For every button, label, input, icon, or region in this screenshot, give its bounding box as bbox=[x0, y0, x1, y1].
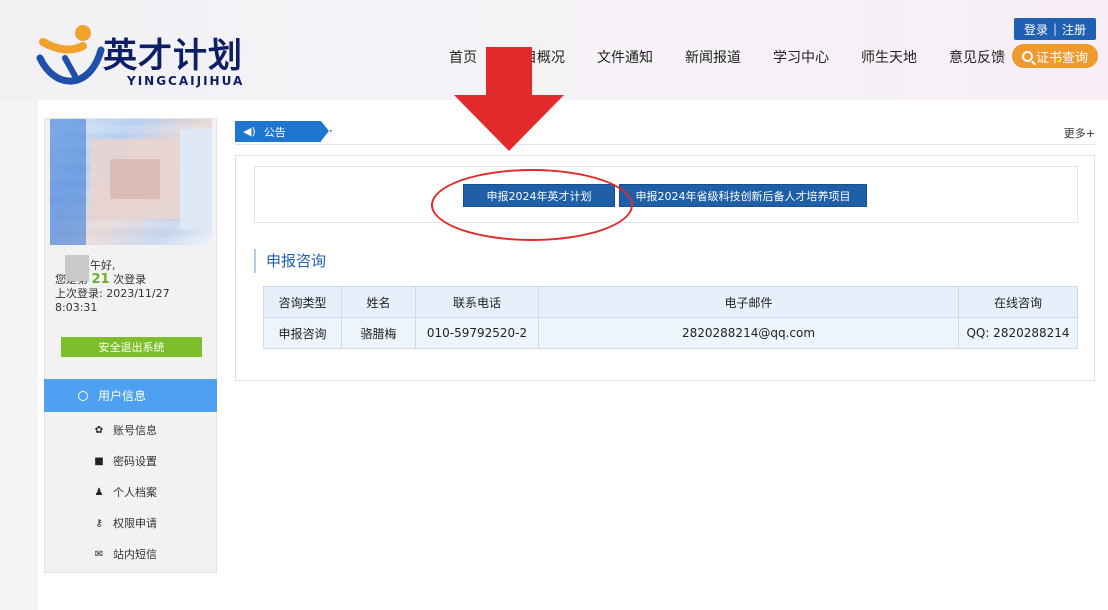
annotation-circle bbox=[431, 169, 633, 241]
menu-item-profile[interactable]: ♟ 个人档案 bbox=[93, 484, 157, 500]
menu-user-info[interactable]: 用户信息 bbox=[44, 379, 217, 412]
login-count: 21 bbox=[91, 272, 110, 287]
person-icon: ♟ bbox=[94, 486, 104, 498]
table-row: 申报咨询 骆腊梅 010-59792520-2 2820288214@qq.co… bbox=[263, 317, 1078, 349]
redacted-name bbox=[65, 255, 89, 281]
auth-divider: | bbox=[1052, 22, 1058, 36]
menu-title: 用户信息 bbox=[98, 389, 147, 403]
menu-item-label: 权限申请 bbox=[113, 517, 157, 530]
nav-news[interactable]: 新闻报道 bbox=[685, 47, 741, 67]
logo-subtext: YINGCAIJIHUA bbox=[127, 74, 245, 88]
sidebar: 上午好, 您是第 21 次登录 上次登录: 2023/11/27 8:03:31… bbox=[44, 118, 217, 573]
avatar bbox=[50, 119, 212, 245]
table-header-row: 咨询类型 姓名 联系电话 电子邮件 在线咨询 bbox=[263, 286, 1078, 318]
nav-learning-center[interactable]: 学习中心 bbox=[773, 47, 829, 67]
more-link[interactable]: 更多+ bbox=[1064, 125, 1095, 141]
megaphone-icon: ◀) bbox=[243, 125, 256, 138]
menu-item-label: 站内短信 bbox=[113, 548, 157, 561]
nav-feedback[interactable]: 意见反馈 bbox=[949, 47, 1005, 67]
notice-tag-label: 公告 bbox=[263, 125, 286, 139]
cell-type: 申报咨询 bbox=[263, 317, 342, 349]
logo-icon bbox=[36, 25, 105, 85]
section-title: 申报咨询 bbox=[254, 249, 326, 273]
consultation-table: 咨询类型 姓名 联系电话 电子邮件 在线咨询 申报咨询 骆腊梅 010-5979… bbox=[263, 286, 1078, 349]
auth-box: 登录 | 注册 bbox=[1014, 18, 1096, 40]
col-header-online: 在线咨询 bbox=[958, 286, 1078, 318]
login-link[interactable]: 登录 bbox=[1024, 21, 1048, 38]
menu-item-label: 密码设置 bbox=[113, 455, 157, 468]
last-login-label: 上次登录: bbox=[55, 287, 103, 300]
gear-icon: ✿ bbox=[94, 424, 104, 436]
nav-teachers-students[interactable]: 师生天地 bbox=[861, 47, 917, 67]
cell-phone: 010-59792520-2 bbox=[415, 317, 539, 349]
col-header-type: 咨询类型 bbox=[263, 286, 342, 318]
menu-item-messages[interactable]: ✉ 站内短信 bbox=[93, 546, 157, 562]
menu-item-label: 账号信息 bbox=[113, 424, 157, 437]
search-icon bbox=[1021, 50, 1033, 62]
col-header-phone: 联系电话 bbox=[415, 286, 539, 318]
menu-item-password[interactable]: ■ 密码设置 bbox=[93, 453, 157, 469]
menu-item-account-info[interactable]: ✿ 账号信息 bbox=[93, 422, 157, 438]
logo-text: 英才计划 bbox=[103, 36, 243, 76]
login-count-suffix: 次登录 bbox=[113, 273, 147, 286]
content-panel: 申报2024年英才计划 申报2024年省级科技创新后备人才培养项目 申报咨询 咨… bbox=[235, 155, 1095, 381]
last-login-date: 2023/11/27 bbox=[106, 287, 170, 300]
site-logo[interactable]: 英才计划 YINGCAIJIHUA bbox=[35, 18, 275, 94]
nav-notices[interactable]: 文件通知 bbox=[597, 47, 653, 67]
certificate-query-label: 证书查询 bbox=[1035, 50, 1088, 66]
key-icon: ⚷ bbox=[95, 517, 103, 529]
menu-item-permissions[interactable]: ⚷ 权限申请 bbox=[93, 515, 157, 531]
logout-button[interactable]: 安全退出系统 bbox=[61, 337, 202, 357]
apply-provincial-2024-button[interactable]: 申报2024年省级科技创新后备人才培养项目 bbox=[619, 184, 867, 207]
certificate-query-button[interactable]: 证书查询 bbox=[1012, 44, 1098, 68]
col-header-name: 姓名 bbox=[341, 286, 416, 318]
notice-text[interactable]: · bbox=[329, 124, 333, 138]
last-login-time: 8:03:31 bbox=[55, 301, 98, 314]
notice-bar: ◀) 公告 · 更多+ bbox=[235, 121, 1095, 145]
menu-item-label: 个人档案 bbox=[113, 486, 157, 499]
cell-name: 骆腊梅 bbox=[341, 317, 416, 349]
user-greeting: 上午好, 您是第 21 次登录 上次登录: 2023/11/27 8:03:31 bbox=[55, 255, 215, 315]
annotation-arrow bbox=[454, 47, 564, 151]
register-link[interactable]: 注册 bbox=[1062, 21, 1086, 38]
apply-button-box: 申报2024年英才计划 申报2024年省级科技创新后备人才培养项目 bbox=[254, 166, 1078, 241]
lock-icon: ■ bbox=[94, 455, 104, 467]
cell-qq[interactable]: QQ: 2820288214 bbox=[958, 317, 1078, 349]
notice-tag: ◀) 公告 bbox=[235, 121, 329, 142]
user-icon bbox=[78, 390, 88, 401]
cell-email[interactable]: 2820288214@qq.com bbox=[538, 317, 959, 349]
col-header-email: 电子邮件 bbox=[538, 286, 959, 318]
envelope-icon: ✉ bbox=[94, 548, 104, 560]
